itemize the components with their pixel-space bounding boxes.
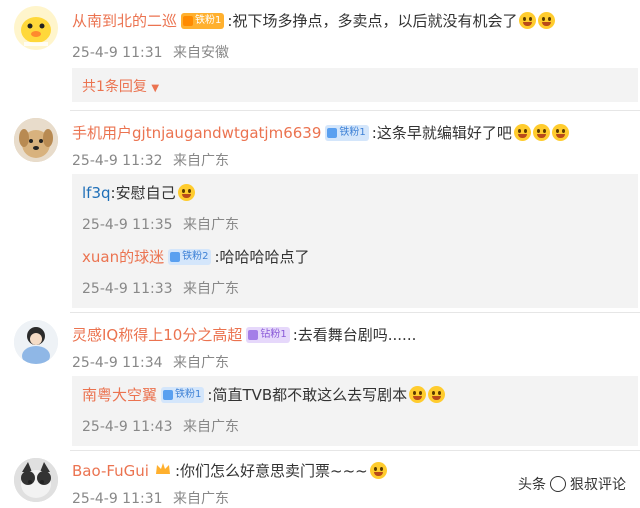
caret-down-icon: ▼: [151, 83, 160, 94]
comment-text: :去看舞台剧吗......: [292, 326, 417, 344]
reply-block: 共1条回复 ▼: [72, 68, 638, 102]
location: 来自广东: [182, 281, 239, 297]
avatar[interactable]: [14, 458, 58, 502]
fan-badge: 钻粉1: [246, 326, 290, 343]
badge-label: 铁粉1: [175, 388, 202, 400]
divider: [70, 110, 640, 111]
reply-block: 南粤大空翼 铁粉1 :简直TVB都不敢这么去写剧本 25-4-9 11:43 来…: [72, 376, 638, 446]
comment-text: :祝下场多挣点，多卖点，以后就没有机会了: [227, 12, 518, 30]
reply-text: :安慰自己: [110, 184, 176, 202]
reply-text: :哈哈哈哈点了: [214, 248, 310, 266]
smile-emoji-icon: [369, 462, 387, 479]
badge-icon: [183, 15, 194, 26]
cry-emoji-icon: [551, 124, 569, 141]
badge-icon: [327, 127, 338, 138]
timestamp: 25-4-9 11:31: [72, 45, 163, 61]
laugh-cry-emoji-icon: [409, 386, 427, 403]
badge-label: 铁粉1: [195, 14, 222, 26]
dog-avatar-icon: [14, 118, 58, 162]
watermark-prefix: 头条: [518, 477, 546, 493]
avatar[interactable]: [14, 6, 58, 50]
timestamp: 25-4-9 11:32: [72, 153, 163, 169]
cat-avatar-icon: [14, 458, 58, 502]
cry-emoji-icon: [513, 124, 531, 141]
location: 来自广东: [172, 153, 229, 169]
timestamp: 25-4-9 11:35: [82, 217, 173, 233]
comment-text: :这条早就编辑好了吧: [371, 124, 512, 142]
location: 来自安徽: [172, 45, 229, 61]
divider: [70, 312, 640, 313]
at-icon: [550, 476, 566, 492]
watermark-handle: 狠叔评论: [570, 477, 626, 493]
location: 来自广东: [172, 355, 229, 371]
badge-icon: [170, 251, 181, 262]
reply-username[interactable]: 南粤大空翼: [82, 384, 157, 405]
username[interactable]: 从南到北的二巡: [72, 10, 177, 31]
timestamp: 25-4-9 11:33: [82, 281, 173, 297]
avatar[interactable]: [14, 118, 58, 162]
reply-username[interactable]: lf3q: [82, 184, 111, 202]
badge-label: 铁粉1: [339, 126, 366, 138]
timestamp: 25-4-9 11:43: [82, 419, 173, 435]
cartoon-avatar-icon: [14, 320, 58, 364]
cry-emoji-icon: [532, 124, 550, 141]
laugh-emoji-icon: [177, 184, 195, 201]
username[interactable]: 手机用户gjtnjaugandwtgatjm6639: [72, 122, 321, 143]
comment-text: :你们怎么好意思卖门票~~~: [174, 462, 368, 480]
watermark: 头条 狠叔评论: [518, 474, 626, 494]
reply-block: lf3q :安慰自己 25-4-9 11:35 来自广东 xuan的球迷 铁粉2…: [72, 174, 638, 308]
laugh-emoji-icon: [519, 12, 537, 29]
fan-badge: 铁粉2: [168, 248, 212, 265]
reply-username[interactable]: xuan的球迷: [82, 246, 164, 267]
fan-badge: 铁粉1: [161, 386, 205, 403]
avatar[interactable]: [14, 320, 58, 364]
badge-label: 铁粉2: [182, 250, 209, 262]
reply-text: :简直TVB都不敢这么去写剧本: [207, 386, 408, 404]
duck-avatar-icon: [14, 6, 58, 50]
badge-icon: [248, 329, 259, 340]
fan-badge: 铁粉1: [325, 124, 369, 141]
username[interactable]: Bao-FuGui: [72, 462, 149, 480]
badge-icon: [163, 389, 174, 400]
badge-label: 钻粉1: [260, 328, 287, 340]
location: 来自广东: [182, 217, 239, 233]
fan-badge: 铁粉1: [181, 12, 225, 29]
location: 来自广东: [182, 419, 239, 435]
laugh-emoji-icon: [538, 12, 556, 29]
crown-icon: [155, 461, 171, 480]
location: 来自广东: [172, 491, 229, 507]
more-replies-label: 共1条回复: [82, 79, 147, 95]
more-replies-link[interactable]: 共1条回复 ▼: [82, 76, 159, 96]
username[interactable]: 灵感IQ称得上10分之高超: [72, 324, 242, 345]
divider: [70, 450, 640, 451]
laugh-cry-emoji-icon: [428, 386, 446, 403]
timestamp: 25-4-9 11:31: [72, 491, 163, 507]
timestamp: 25-4-9 11:34: [72, 355, 163, 371]
